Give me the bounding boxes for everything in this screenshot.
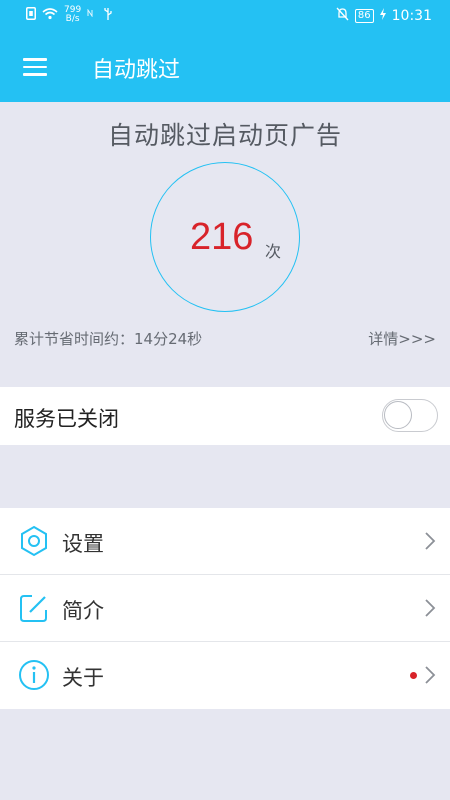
new-badge-dot [410, 672, 417, 679]
hamburger-icon-line [23, 58, 47, 61]
app-title: 自动跳过 [92, 58, 181, 83]
top-bar: 799 B/s 86 10:31 自动跳过 [0, 0, 450, 102]
menu-button[interactable] [16, 48, 54, 86]
service-row: 服务已关闭 [0, 387, 450, 445]
page-heading: 自动跳过启动页广告 [107, 121, 342, 150]
status-right: 86 10:31 [336, 7, 432, 24]
network-speed-unit: B/s [65, 14, 80, 24]
skip-count-unit: 次 [265, 242, 282, 261]
menu-item-settings[interactable]: 设置 [0, 508, 450, 575]
chevron-right-icon [424, 532, 436, 550]
toggle-knob [384, 401, 412, 429]
battery-level: 86 [354, 8, 374, 23]
status-time: 10:31 [391, 7, 432, 24]
app-bar: 自动跳过 [0, 32, 450, 102]
service-status-label: 服务已关闭 [14, 407, 119, 431]
saved-time-text: 累计节省时间约：14分24秒 [14, 330, 203, 348]
status-bar: 799 B/s 86 10:31 [0, 0, 450, 32]
chevron-right-icon [424, 666, 436, 684]
usb-icon [103, 7, 113, 24]
menu-item-about[interactable]: 关于 [0, 642, 450, 709]
chevron-right-icon [424, 599, 436, 617]
status-left: 799 B/s [26, 6, 113, 24]
menu-item-label: 简介 [62, 599, 104, 623]
network-speed: 799 B/s [64, 6, 81, 24]
wifi-icon [42, 7, 58, 23]
menu-list: 设置 简介 关于 [0, 508, 450, 709]
nfc-icon [87, 8, 97, 22]
mute-bell-icon [336, 7, 349, 24]
details-link[interactable]: 详情>>> [368, 328, 436, 349]
menu-item-intro[interactable]: 简介 [0, 575, 450, 642]
hexagon-settings-icon [18, 525, 50, 557]
skip-count: 216 [190, 216, 254, 258]
menu-item-label: 关于 [62, 666, 104, 690]
info-icon [18, 659, 50, 691]
charging-icon [379, 8, 386, 23]
service-toggle[interactable] [382, 399, 438, 432]
menu-item-label: 设置 [62, 532, 104, 556]
hamburger-icon-line [23, 73, 47, 76]
sim-icon [26, 7, 36, 23]
hamburger-icon-line [23, 65, 47, 69]
edit-icon [18, 592, 50, 624]
